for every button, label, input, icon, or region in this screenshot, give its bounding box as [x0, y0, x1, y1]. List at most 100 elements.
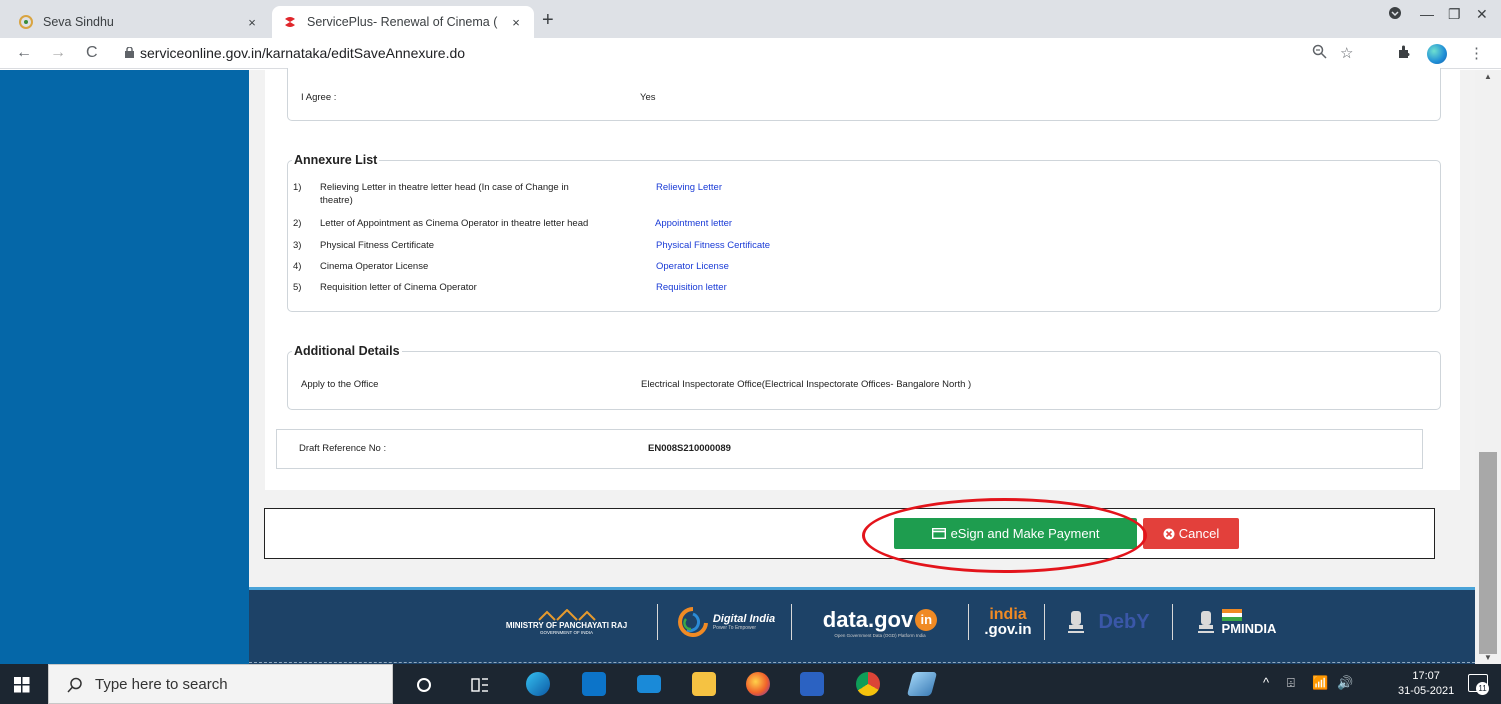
cancel-circle-icon	[1163, 528, 1175, 539]
network-icon[interactable]: 📶	[1312, 675, 1328, 691]
india-gov-top-text: india	[989, 606, 1027, 623]
tab-serviceplus[interactable]: ServicePlus- Renewal of Cinema ( ×	[272, 6, 534, 38]
search-placeholder: Type here to search	[95, 676, 228, 693]
task-view-icon[interactable]	[471, 677, 489, 693]
scrollbar-thumb[interactable]	[1479, 452, 1497, 654]
india-gov-bottom-text: .gov.in	[984, 621, 1032, 638]
panchayati-raj-logo[interactable]: MINISTRY OF PANCHAYATI RAJ GOVERNMENT OF…	[484, 604, 649, 640]
tab-close-icon[interactable]: ×	[244, 15, 260, 30]
pmindia-logo[interactable]: PMINDIA	[1181, 604, 1291, 640]
address-bar: ← → C serviceonline.gov.in/karnataka/edi…	[0, 38, 1501, 69]
additional-details-legend: Additional Details	[292, 344, 402, 358]
sticky-app-icon[interactable]	[906, 672, 938, 696]
digilocker-text: DebY	[1098, 610, 1150, 633]
store-icon[interactable]	[582, 672, 606, 696]
draft-reference-box	[276, 429, 1423, 469]
zoom-icon[interactable]	[1312, 44, 1327, 63]
volume-icon[interactable]: 🔊	[1337, 675, 1353, 691]
annexure-link-relieving-letter[interactable]: Relieving Letter	[656, 182, 722, 193]
scroll-up-arrow-icon[interactable]: ▲	[1475, 72, 1501, 81]
footer-separator	[657, 604, 658, 640]
credit-card-icon	[931, 528, 946, 539]
data-gov-in-badge: in	[915, 608, 938, 631]
footer-divider	[249, 662, 1475, 663]
edge-icon[interactable]	[526, 672, 550, 696]
clock-date: 31-05-2021	[1398, 685, 1455, 697]
profile-avatar[interactable]	[1427, 44, 1447, 64]
declaration-fieldset	[287, 68, 1441, 121]
tab-seva-sindhu[interactable]: Seva Sindhu ×	[8, 6, 270, 38]
firefox-icon[interactable]	[746, 672, 770, 696]
forward-button[interactable]: →	[50, 44, 66, 62]
taskbar-clock[interactable]: 17:07 31-05-2021	[1398, 669, 1454, 699]
tab-close-icon[interactable]: ×	[508, 15, 524, 30]
annexure-desc: Requisition letter of Cinema Operator	[320, 282, 477, 293]
word-icon[interactable]	[800, 672, 824, 696]
national-emblem-icon	[1068, 611, 1085, 633]
search-icon	[67, 677, 82, 693]
annexure-num: 1)	[293, 182, 302, 193]
esign-and-make-payment-button[interactable]: eSign and Make Payment	[894, 518, 1137, 549]
menu-kebab-icon[interactable]: ⋮	[1469, 44, 1484, 62]
taskbar-search-box[interactable]: Type here to search	[48, 664, 393, 704]
pmindia-text: PMINDIA	[1221, 620, 1277, 636]
serviceplus-favicon-icon	[282, 14, 298, 30]
annexure-link-appointment-letter[interactable]: Appointment letter	[655, 218, 732, 229]
data-gov-text: data.gov	[822, 606, 914, 632]
file-explorer-icon[interactable]	[692, 672, 716, 696]
pm-emblem-icon	[1197, 611, 1214, 633]
footer-separator	[791, 604, 792, 640]
esign-button-label: eSign and Make Payment	[950, 526, 1100, 541]
annexure-num: 3)	[293, 240, 302, 251]
cancel-button[interactable]: Cancel	[1143, 518, 1239, 549]
india-gov-logo[interactable]: india .gov.in	[978, 603, 1038, 641]
india-flag-icon	[1221, 608, 1242, 621]
annexure-desc: Relieving Letter in theatre letter head …	[320, 182, 569, 193]
panchayati-raj-text: MINISTRY OF PANCHAYATI RAJ	[505, 621, 628, 630]
annexure-num: 2)	[293, 218, 302, 229]
annexure-link-physical-fitness-certificate[interactable]: Physical Fitness Certificate	[656, 240, 770, 251]
mail-icon[interactable]	[637, 675, 661, 693]
reload-button[interactable]: C	[86, 44, 98, 62]
chrome-icon[interactable]	[856, 672, 880, 696]
maximize-button[interactable]: ❐	[1448, 6, 1461, 23]
page-scrollbar[interactable]: ▲ ▼	[1475, 70, 1501, 664]
annexure-num: 4)	[293, 261, 302, 272]
annexure-desc: Physical Fitness Certificate	[320, 240, 435, 251]
bookmark-star-icon[interactable]: ☆	[1340, 44, 1353, 62]
digilocker-logo[interactable]: DebY	[1052, 604, 1164, 640]
minimize-button[interactable]: —	[1420, 6, 1434, 22]
draft-reference-value: EN008S210000089	[648, 443, 731, 454]
i-agree-label: I Agree :	[301, 92, 337, 103]
tab-title: ServicePlus- Renewal of Cinema (	[307, 15, 498, 29]
extensions-icon[interactable]	[1396, 44, 1412, 64]
meet-now-icon[interactable]: ⌹	[1287, 675, 1295, 691]
notification-center-icon[interactable]: 11	[1468, 674, 1489, 695]
url-field[interactable]: serviceonline.gov.in/karnataka/editSaveA…	[140, 45, 465, 61]
data-gov-logo[interactable]: data.gov in Open Government Data (OGD) P…	[800, 602, 960, 642]
left-sidebar	[0, 70, 249, 664]
digital-india-text: Digital India	[712, 613, 776, 625]
annexure-link-operator-license[interactable]: Operator License	[656, 261, 729, 272]
footer-separator	[968, 604, 969, 640]
tray-chevron-icon[interactable]: ^	[1263, 675, 1269, 690]
annexure-desc: theatre)	[320, 195, 353, 206]
close-window-button[interactable]: ✕	[1476, 6, 1488, 23]
scroll-down-arrow-icon[interactable]: ▼	[1475, 653, 1501, 662]
digital-india-tagline: Power To Empower	[712, 625, 757, 631]
annexure-num: 5)	[293, 282, 302, 293]
new-tab-button[interactable]: +	[542, 9, 554, 32]
cortana-icon[interactable]	[416, 677, 432, 693]
annexure-desc: Letter of Appointment as Cinema Operator…	[320, 218, 589, 229]
tab-title: Seva Sindhu	[43, 15, 114, 29]
back-button[interactable]: ←	[16, 44, 32, 62]
apply-office-label: Apply to the Office	[301, 379, 379, 390]
data-gov-tagline: Open Government Data (OGD) Platform Indi…	[834, 632, 926, 638]
notification-count: 11	[1476, 682, 1489, 695]
tab-search-icon[interactable]	[1388, 6, 1402, 23]
browser-tab-strip: Seva Sindhu × ServicePlus- Renewal of Ci…	[0, 0, 1501, 38]
annexure-link-requisition-letter[interactable]: Requisition letter	[656, 282, 727, 293]
windows-start-icon[interactable]	[14, 677, 30, 693]
digital-india-swirl-icon	[677, 607, 708, 637]
digital-india-logo[interactable]: Digital India Power To Empower	[668, 604, 784, 640]
